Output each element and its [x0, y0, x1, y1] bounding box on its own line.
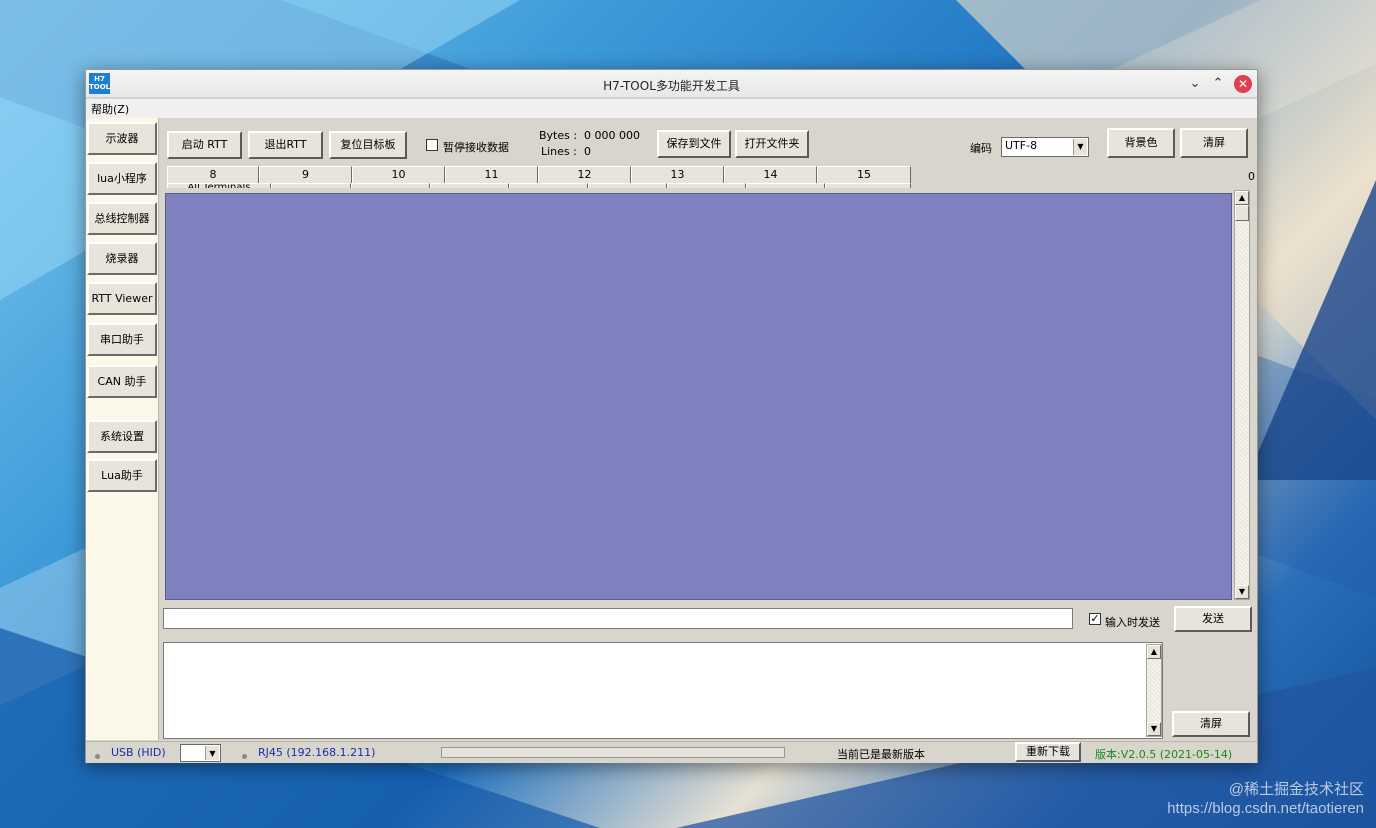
- sidebar-item-programmer[interactable]: 烧录器: [87, 242, 157, 275]
- sidebar-item-can-assistant[interactable]: CAN 助手: [87, 365, 157, 398]
- chevron-down-icon[interactable]: ▼: [205, 746, 219, 760]
- usb-status-dot: [95, 754, 100, 759]
- background-color-button[interactable]: 背景色: [1107, 128, 1175, 158]
- watermark: @稀土掘金技术社区 https://blog.csdn.net/taotiere…: [1167, 780, 1364, 818]
- sidebar-item-serial-assistant[interactable]: 串口助手: [87, 323, 157, 356]
- pause-receive-checkbox[interactable]: [426, 139, 438, 151]
- tab-row2[interactable]: [430, 183, 509, 188]
- tab-row2[interactable]: [588, 183, 667, 188]
- rj45-status-dot: [242, 754, 247, 759]
- encoding-select[interactable]: UTF-8 ▼: [1001, 137, 1089, 157]
- download-progress: [441, 747, 785, 758]
- tab-9[interactable]: 9: [259, 166, 352, 183]
- send-input[interactable]: [163, 608, 1073, 629]
- lines-value: 0: [584, 145, 591, 158]
- tab-13[interactable]: 13: [631, 166, 724, 183]
- redownload-button[interactable]: 重新下载: [1015, 742, 1081, 762]
- reset-target-button[interactable]: 复位目标板: [329, 131, 407, 159]
- tab-11[interactable]: 11: [445, 166, 538, 183]
- open-folder-button[interactable]: 打开文件夹: [735, 130, 809, 158]
- wallpaper-shape: [1246, 180, 1376, 480]
- terminal-output[interactable]: [165, 193, 1232, 600]
- rj45-status: RJ45 (192.168.1.211): [258, 746, 376, 759]
- tab-row2[interactable]: [667, 183, 746, 188]
- save-to-file-button[interactable]: 保存到文件: [657, 130, 731, 158]
- minimize-icon[interactable]: ⌄: [1186, 75, 1204, 93]
- tab-10[interactable]: 10: [352, 166, 445, 183]
- scroll-thumb[interactable]: [1235, 205, 1249, 221]
- sidebar-item-oscilloscope[interactable]: 示波器: [87, 122, 157, 155]
- tab-row2[interactable]: [825, 183, 911, 188]
- device-select[interactable]: ▼: [180, 744, 221, 762]
- exit-rtt-button[interactable]: 退出RTT: [248, 131, 323, 159]
- menu-bar: 帮助(Z): [86, 99, 1257, 118]
- tab-12[interactable]: 12: [538, 166, 631, 183]
- lines-label: Lines :: [541, 145, 577, 158]
- usb-status: USB (HID): [111, 746, 166, 759]
- bytes-label: Bytes :: [539, 129, 578, 142]
- status-bar: USB (HID) ▼ RJ45 (192.168.1.211) 当前已是最新版…: [86, 741, 1257, 763]
- scroll-up-icon[interactable]: ▲: [1235, 191, 1249, 205]
- update-status: 当前已是最新版本: [837, 748, 925, 761]
- version-label: 版本:V2.0.5 (2021-05-14): [1095, 748, 1233, 761]
- title-bar: H7 TOOL H7-TOOL多功能开发工具 ⌄ ⌃ ✕: [86, 70, 1257, 98]
- scroll-down-icon[interactable]: ▼: [1235, 585, 1249, 599]
- clear-log-button[interactable]: 清屏: [1172, 711, 1250, 737]
- maximize-icon[interactable]: ⌃: [1209, 75, 1227, 93]
- send-button[interactable]: 发送: [1174, 606, 1252, 632]
- close-icon[interactable]: ✕: [1234, 75, 1252, 93]
- terminal-counter: 0: [1248, 170, 1255, 183]
- scroll-up-icon[interactable]: ▲: [1147, 645, 1161, 659]
- tab-row2[interactable]: [271, 183, 351, 188]
- tab-all-terminals[interactable]: All Terminals: [167, 183, 271, 188]
- watermark-line2: https://blog.csdn.net/taotieren: [1167, 800, 1364, 817]
- pause-receive-label: 暂停接收数据: [443, 141, 509, 154]
- send-on-input-label: 输入时发送: [1105, 616, 1160, 629]
- tab-row2[interactable]: [509, 183, 588, 188]
- sidebar-item-lua-assistant[interactable]: Lua助手: [87, 459, 157, 492]
- bytes-value: 0 000 000: [584, 129, 640, 142]
- encoding-label: 编码: [970, 142, 992, 155]
- scroll-down-icon[interactable]: ▼: [1147, 722, 1161, 736]
- send-on-input-checkbox[interactable]: ✓: [1089, 613, 1101, 625]
- tab-row2[interactable]: [746, 183, 825, 188]
- log-output[interactable]: [163, 642, 1163, 739]
- log-scrollbar[interactable]: ▲ ▼: [1146, 644, 1162, 737]
- tab-15[interactable]: 15: [817, 166, 911, 183]
- app-window: H7 TOOL H7-TOOL多功能开发工具 ⌄ ⌃ ✕ 帮助(Z) 示波器 l…: [85, 69, 1258, 763]
- sidebar-item-system-settings[interactable]: 系统设置: [87, 420, 157, 453]
- sidebar-item-rtt-viewer[interactable]: RTT Viewer: [87, 282, 157, 315]
- window-title: H7-TOOL多功能开发工具: [603, 79, 740, 93]
- terminal-tabs: 8 9 10 11 12 13 14 15 All Terminals: [167, 166, 912, 190]
- watermark-line1: @稀土掘金技术社区: [1228, 781, 1364, 798]
- chevron-down-icon[interactable]: ▼: [1073, 139, 1087, 155]
- terminal-scrollbar[interactable]: ▲ ▼: [1234, 190, 1250, 600]
- start-rtt-button[interactable]: 启动 RTT: [167, 131, 242, 159]
- sidebar-item-bus-controller[interactable]: 总线控制器: [87, 202, 157, 235]
- tab-14[interactable]: 14: [724, 166, 817, 183]
- tab-row2[interactable]: [351, 183, 430, 188]
- menu-help[interactable]: 帮助(Z): [91, 101, 129, 117]
- sidebar-item-lua-program[interactable]: lua小程序: [87, 162, 157, 195]
- tab-8[interactable]: 8: [167, 166, 259, 183]
- sidebar: 示波器 lua小程序 总线控制器 烧录器 RTT Viewer 串口助手 CAN…: [86, 118, 159, 740]
- clear-screen-button[interactable]: 清屏: [1180, 128, 1248, 158]
